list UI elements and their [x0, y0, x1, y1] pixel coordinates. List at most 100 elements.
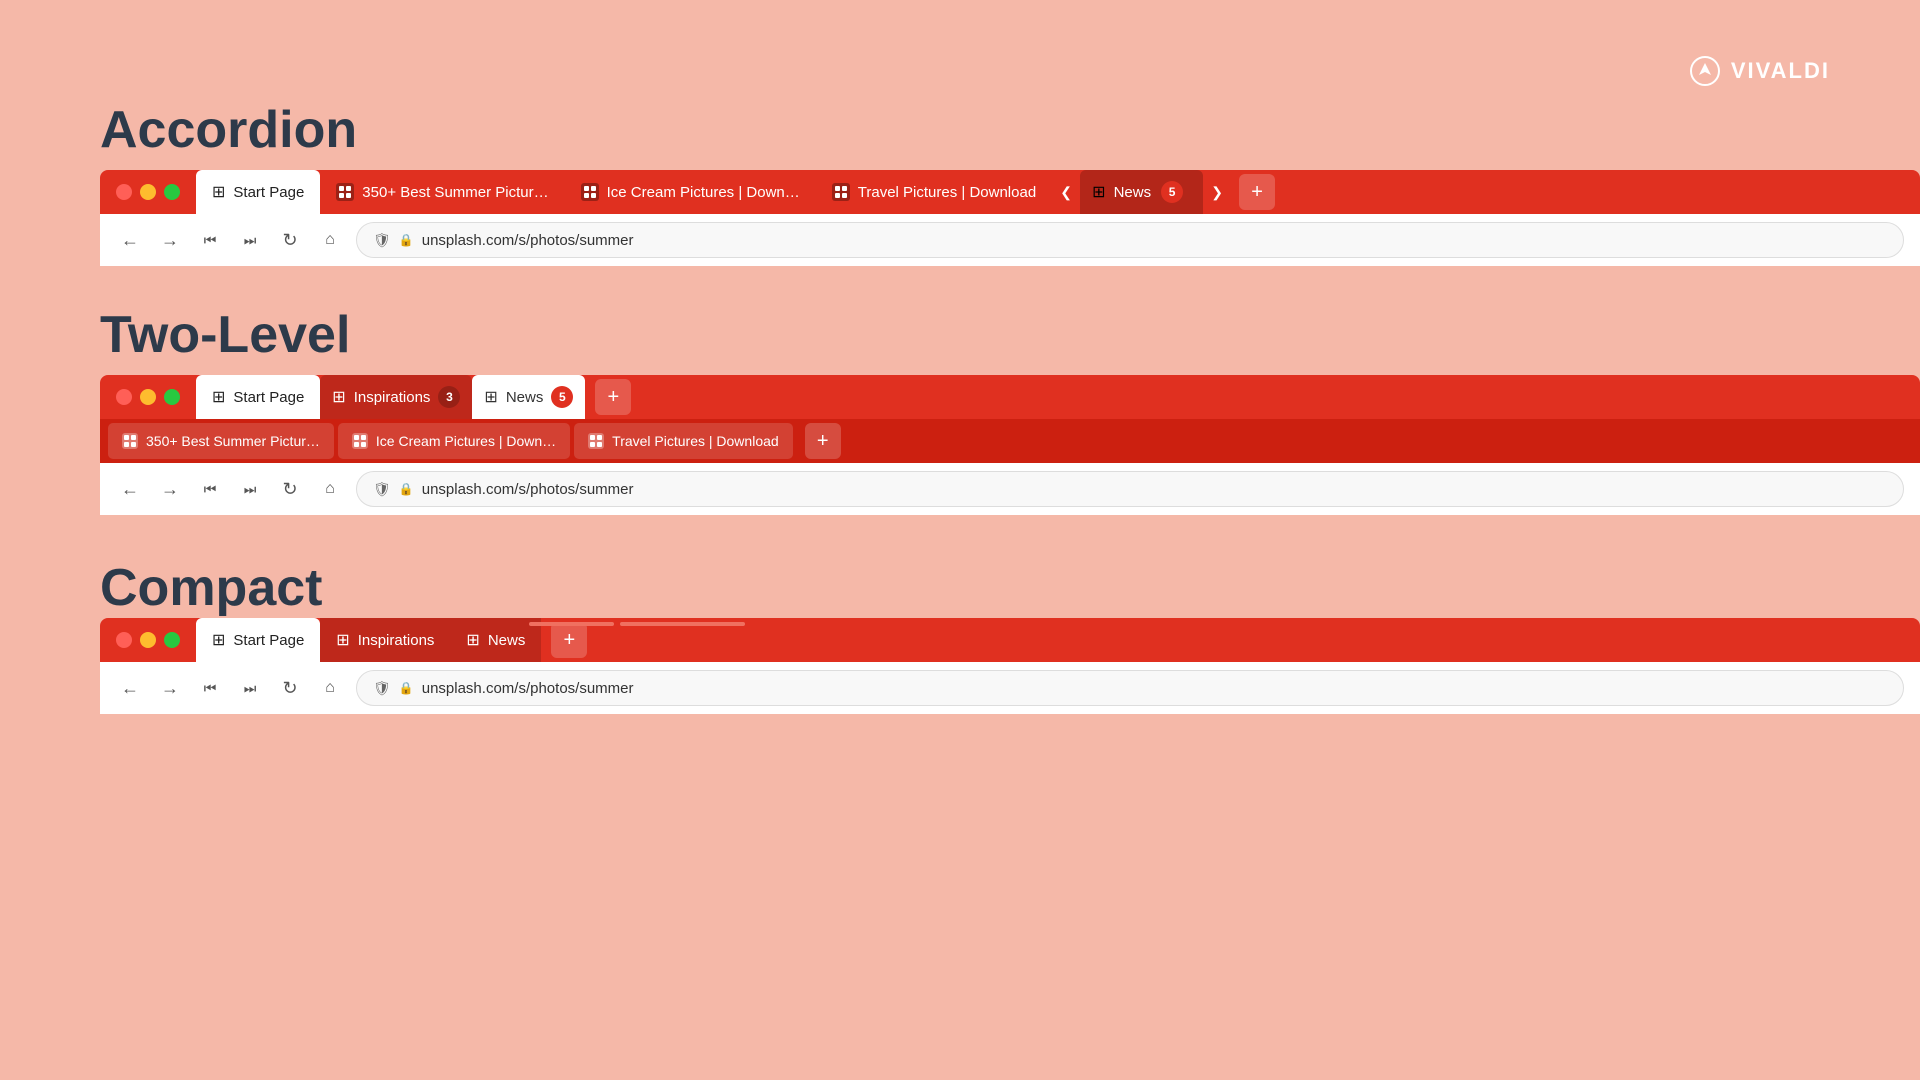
last-button-tl[interactable]: ⏭ [236, 475, 264, 503]
dot-close[interactable] [116, 184, 132, 200]
inspirations-label-c: Inspirations [358, 632, 435, 649]
news-icon-tl: ⊞ [484, 387, 497, 407]
first-button-accordion[interactable]: ⏮ [196, 226, 224, 254]
home-button-tl[interactable]: ⌂ [316, 475, 344, 503]
inspirations-label-tl: Inspirations [354, 389, 431, 406]
first-button-c[interactable]: ⏮ [196, 674, 224, 702]
forward-button-accordion[interactable]: → [156, 226, 184, 254]
browser-compact: ⊞ Start Page ⊞ Inspirations ⊞ News + ← →… [100, 618, 1920, 714]
dot-close-tl[interactable] [116, 389, 132, 405]
shield-icon-accordion: 🛡 [373, 232, 391, 249]
news-grid-icon: ⊞ [1092, 182, 1105, 202]
dot-fullscreen-tl[interactable] [164, 389, 180, 405]
dot-fullscreen[interactable] [164, 184, 180, 200]
news-label-tl: News [506, 389, 544, 406]
shield-icon-tl: 🛡 [373, 481, 391, 498]
tab-group-inspirations-tl[interactable]: ⊞ Inspirations 3 [320, 375, 472, 419]
tab-group-news-compact[interactable]: ⊞ News [450, 618, 541, 662]
tab-start-page-tl[interactable]: ⊞ Start Page [196, 375, 320, 419]
back-button-c[interactable]: ← [116, 674, 144, 702]
lock-icon-accordion: 🔒 [399, 233, 414, 247]
reload-button-c[interactable]: ↻ [276, 674, 304, 702]
add-sub-tab-button-tl[interactable]: + [805, 423, 841, 459]
compact-indicators [529, 622, 745, 626]
tab-start-label-c: Start Page [233, 632, 304, 649]
scroll-left-arrow[interactable]: ❮ [1052, 170, 1080, 214]
reload-button-tl[interactable]: ↻ [276, 475, 304, 503]
sub-favicon-icecream [352, 433, 368, 449]
url-text-c: unsplash.com/s/photos/summer [422, 680, 1887, 697]
url-bar-accordion[interactable]: 🛡 🔒 unsplash.com/s/photos/summer [356, 222, 1904, 258]
home-button-accordion[interactable]: ⌂ [316, 226, 344, 254]
sub-favicon-summer [122, 433, 138, 449]
forward-button-c[interactable]: → [156, 674, 184, 702]
news-icon-c: ⊞ [466, 630, 479, 650]
tab-group-news-tl[interactable]: ⊞ News 5 [472, 375, 585, 419]
accordion-tab-bar: ⊞ Start Page 350+ Best Summer Pictur… [100, 170, 1920, 214]
grid-icon: ⊞ [212, 182, 225, 202]
back-button-tl[interactable]: ← [116, 475, 144, 503]
url-bar-c[interactable]: 🛡 🔒 unsplash.com/s/photos/summer [356, 670, 1904, 706]
dot-minimize[interactable] [140, 184, 156, 200]
sub-tab-icecream-tl[interactable]: Ice Cream Pictures | Down… [338, 423, 570, 459]
tab-start-label-tl: Start Page [233, 389, 304, 406]
tab-travel-label: Travel Pictures | Download [858, 184, 1036, 201]
news-group-count: 5 [1161, 181, 1183, 203]
two-level-row1: ⊞ Start Page ⊞ Inspirations 3 ⊞ News 5 + [100, 375, 1920, 419]
tab-travel[interactable]: Travel Pictures | Download [816, 170, 1052, 214]
dot-minimize-tl[interactable] [140, 389, 156, 405]
tab-icecream-label: Ice Cream Pictures | Down… [607, 184, 800, 201]
scroll-right-arrow[interactable]: ❯ [1203, 170, 1231, 214]
back-button-accordion[interactable]: ← [116, 226, 144, 254]
vivaldi-icon [1689, 55, 1721, 87]
news-group-label: News [1114, 184, 1152, 201]
browser-accordion: ⊞ Start Page 350+ Best Summer Pictur… [100, 170, 1920, 266]
lock-icon-c: 🔒 [399, 681, 414, 695]
compact-tab-bar: ⊞ Start Page ⊞ Inspirations ⊞ News + [100, 618, 1920, 662]
tab-summer[interactable]: 350+ Best Summer Pictur… [320, 170, 564, 214]
add-tab-button-accordion[interactable]: + [1239, 174, 1275, 210]
tab-start-label: Start Page [233, 184, 304, 201]
home-button-c[interactable]: ⌂ [316, 674, 344, 702]
toolbar-compact: ← → ⏮ ⏭ ↻ ⌂ 🛡 🔒 unsplash.com/s/photos/su… [100, 662, 1920, 714]
window-controls-compact [100, 632, 196, 648]
tab-start-page[interactable]: ⊞ Start Page [196, 170, 320, 214]
inspirations-icon-c: ⊞ [336, 630, 349, 650]
section-title-accordion: Accordion [100, 100, 357, 160]
dot-minimize-c[interactable] [140, 632, 156, 648]
grid-icon-start-tl: ⊞ [212, 387, 225, 407]
sub-tab-travel-tl[interactable]: Travel Pictures | Download [574, 423, 793, 459]
forward-button-tl[interactable]: → [156, 475, 184, 503]
sub-tab-summer-tl[interactable]: 350+ Best Summer Pictur… [108, 423, 334, 459]
tab-summer-label: 350+ Best Summer Pictur… [362, 184, 548, 201]
url-bar-tl[interactable]: 🛡 🔒 unsplash.com/s/photos/summer [356, 471, 1904, 507]
grid-icon-start-c: ⊞ [212, 630, 225, 650]
reload-button-accordion[interactable]: ↻ [276, 226, 304, 254]
dot-close-c[interactable] [116, 632, 132, 648]
sub-favicon-travel [588, 433, 604, 449]
add-tab-button-compact[interactable]: + [551, 622, 587, 658]
news-label-c: News [488, 632, 526, 649]
add-tab-button-tl[interactable]: + [595, 379, 631, 415]
tab-start-page-compact[interactable]: ⊞ Start Page [196, 618, 320, 662]
dot-fullscreen-c[interactable] [164, 632, 180, 648]
sub-tab-icecream-label: Ice Cream Pictures | Down… [376, 433, 556, 449]
shield-icon-c: 🛡 [373, 680, 391, 697]
tab-favicon-travel [832, 183, 850, 201]
tab-group-news-accordion[interactable]: ⊞ News 5 [1080, 170, 1203, 214]
url-text-tl: unsplash.com/s/photos/summer [422, 481, 1887, 498]
compact-indicator-2 [620, 622, 745, 626]
two-level-row2: 350+ Best Summer Pictur… Ice Cream Pictu… [100, 419, 1920, 463]
last-button-accordion[interactable]: ⏭ [236, 226, 264, 254]
vivaldi-brand-name: VIVALDI [1731, 58, 1830, 84]
tab-group-inspirations-compact[interactable]: ⊞ Inspirations [320, 618, 450, 662]
first-button-tl[interactable]: ⏮ [196, 475, 224, 503]
lock-icon-tl: 🔒 [399, 482, 414, 496]
last-button-c[interactable]: ⏭ [236, 674, 264, 702]
inspirations-count-tl: 3 [438, 386, 460, 408]
window-controls-two-level [100, 389, 196, 405]
sub-tab-travel-label: Travel Pictures | Download [612, 433, 779, 449]
url-text-accordion: unsplash.com/s/photos/summer [422, 232, 1887, 249]
tab-favicon-icecream [581, 183, 599, 201]
tab-icecream[interactable]: Ice Cream Pictures | Down… [565, 170, 816, 214]
